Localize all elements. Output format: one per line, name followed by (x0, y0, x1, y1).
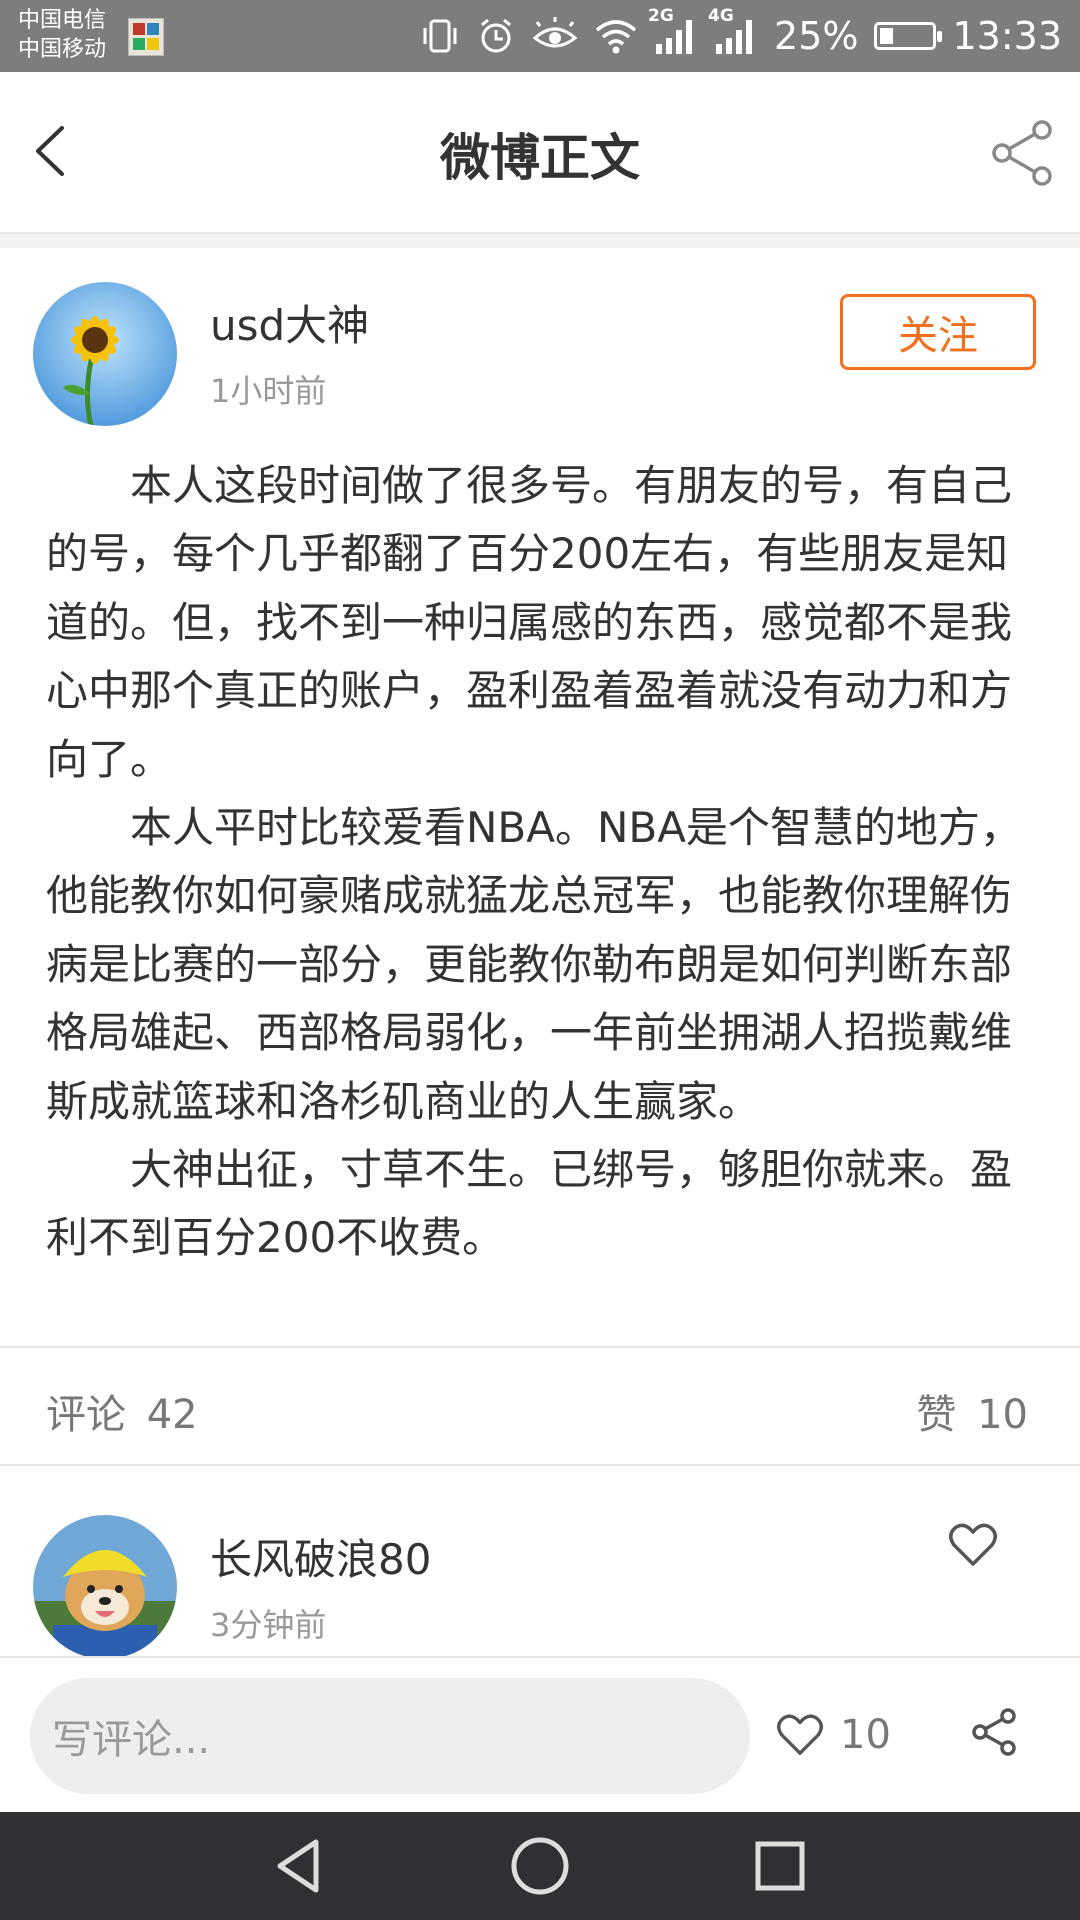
likes-tab[interactable]: 赞 10 (916, 1382, 1028, 1440)
likes-label: 赞 (916, 1392, 957, 1438)
eye-comfort-icon (532, 16, 578, 56)
like-count: 10 (840, 1712, 891, 1758)
divider (0, 1464, 1080, 1466)
post-paragraph: 本人平时比较爱看NBA。NBA是个智慧的地方，他能教你如何豪赌成就猛龙总冠军，也… (46, 803, 1022, 1126)
commenter-avatar[interactable] (33, 1515, 177, 1659)
notification-thumbnail-icon (128, 18, 164, 56)
divider (0, 1346, 1080, 1348)
battery-percent: 25% (774, 14, 859, 58)
carrier-1: 中国电信 (18, 8, 107, 33)
share-button[interactable] (988, 118, 1058, 188)
clock: 13:33 (952, 14, 1062, 58)
title-bar: 微博正文 (0, 72, 1080, 234)
square-recents-icon (755, 1841, 805, 1891)
nav-home-button[interactable] (508, 1834, 572, 1898)
heart-icon (949, 1523, 997, 1566)
signal-2g-icon: 2G (648, 6, 698, 56)
commenter-name[interactable]: 长风破浪80 (210, 1526, 431, 1587)
network-type-2: 4G (708, 6, 734, 26)
comments-count: 42 (146, 1392, 198, 1438)
circle-home-icon (511, 1837, 569, 1895)
comments-label: 评论 (46, 1392, 126, 1438)
share-button-bottom[interactable] (964, 1702, 1024, 1762)
sunflower-avatar-icon (33, 282, 177, 426)
comment-like-button[interactable] (948, 1522, 998, 1568)
heart-icon (777, 1714, 823, 1755)
post-paragraph: 本人这段时间做了很多号。有朋友的号，有自己的号，每个几乎都翻了百分200左右，有… (46, 461, 1013, 784)
like-button[interactable]: 10 (776, 1700, 891, 1770)
signal-4g-icon: 4G (708, 6, 758, 56)
network-type-1: 2G (648, 6, 674, 26)
comment-time: 3分钟前 (210, 1606, 327, 1644)
author-avatar[interactable] (33, 282, 177, 426)
carrier-labels: 中国电信 中国移动 (18, 6, 106, 64)
battery-icon (874, 22, 943, 50)
carrier-2: 中国移动 (18, 37, 107, 62)
likes-count: 10 (977, 1392, 1028, 1438)
battery-fill (880, 28, 893, 44)
author-name[interactable]: usd大神 (210, 292, 369, 353)
alarm-icon (476, 16, 516, 56)
share-icon (992, 120, 1052, 186)
triangle-back-icon (277, 1839, 319, 1893)
wifi-icon (594, 16, 638, 56)
comment-input[interactable]: 写评论... (30, 1678, 750, 1794)
section-divider (0, 234, 1080, 248)
share-icon (972, 1708, 1016, 1756)
dog-avatar-icon (33, 1515, 177, 1659)
vibrate-icon (420, 16, 460, 56)
nav-back-button[interactable] (268, 1834, 332, 1898)
status-icons: 2G 4G 25% 13:33 (420, 0, 1062, 72)
comments-tab[interactable]: 评论 42 (46, 1382, 198, 1440)
nav-recents-button[interactable] (748, 1834, 812, 1898)
page-title: 微博正文 (440, 129, 640, 187)
status-bar: 中国电信 中国移动 2G 4G 25% 13:33 (0, 0, 1080, 72)
bottom-action-bar: 写评论... 10 (0, 1656, 1080, 1812)
system-nav-bar (0, 1812, 1080, 1920)
post-paragraph: 大神出征，寸草不生。已绑号，够胆你就来。盈利不到百分200不收费。 (46, 1145, 1013, 1263)
post-time: 1小时前 (210, 372, 327, 410)
follow-button[interactable]: 关注 (840, 294, 1036, 370)
post-body: 本人这段时间做了很多号。有朋友的号，有自己的号，每个几乎都翻了百分200左右，有… (46, 452, 1036, 1273)
